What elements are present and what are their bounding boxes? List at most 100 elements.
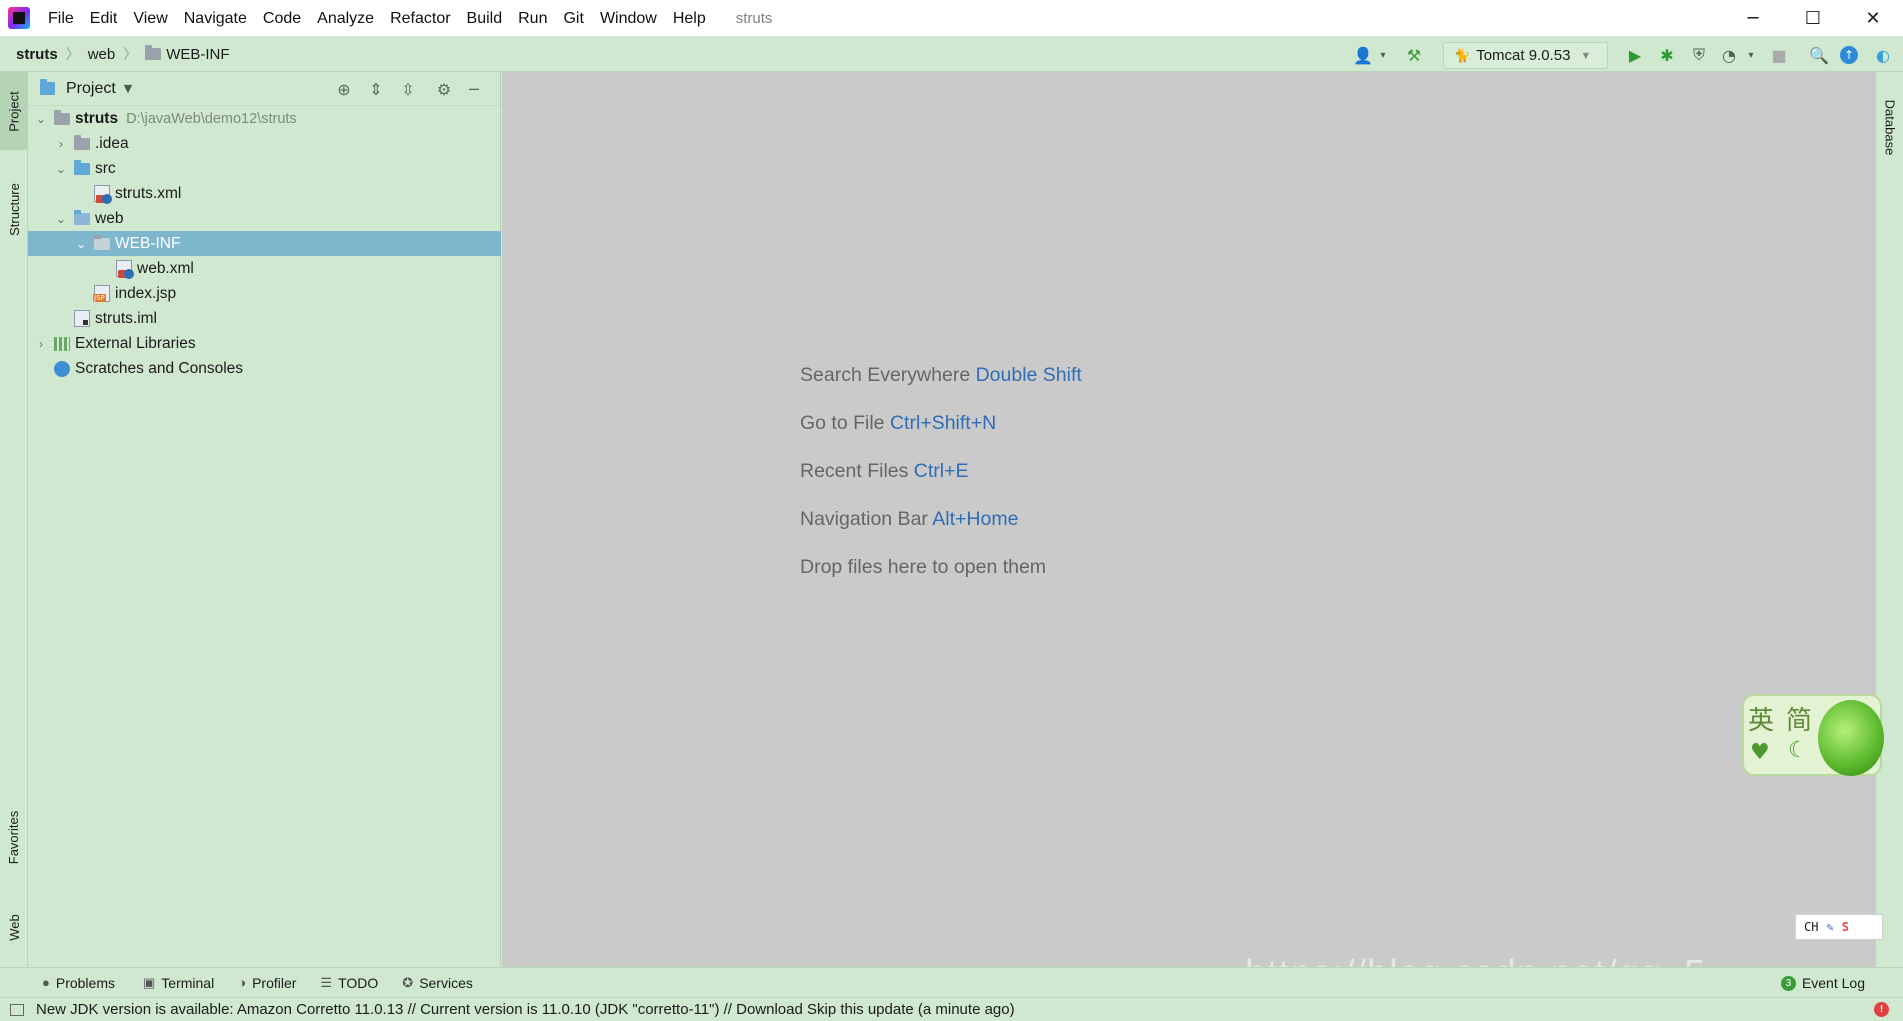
- tree-item-web[interactable]: ⌄ web: [28, 206, 501, 231]
- module-path: D:\javaWeb\demo12\struts: [126, 110, 297, 127]
- intellij-logo-icon[interactable]: [8, 7, 30, 29]
- hint-shortcut: Ctrl+E: [913, 460, 969, 482]
- tool-event-log[interactable]: 3 Event Log: [1780, 975, 1865, 991]
- tree-item-struts-iml[interactable]: struts.iml: [28, 306, 501, 331]
- heart-icon: ♥: [1750, 740, 1770, 765]
- library-icon: [54, 336, 70, 351]
- build-hammer-icon[interactable]: ⚒: [1403, 44, 1425, 66]
- chevron-down-icon[interactable]: ▾: [1740, 44, 1762, 66]
- menu-run[interactable]: Run: [510, 0, 555, 37]
- chevron-down-icon[interactable]: ⌄: [34, 112, 48, 126]
- error-indicator-icon[interactable]: !: [1874, 1002, 1889, 1017]
- hint-navigation-bar: Navigation Bar Alt+Home: [800, 508, 1018, 531]
- tool-todo[interactable]: ☰ TODO: [320, 975, 378, 991]
- tool-label: Event Log: [1801, 975, 1865, 991]
- tree-item-idea[interactable]: › .idea: [28, 131, 501, 156]
- menu-navigate[interactable]: Navigate: [176, 0, 255, 37]
- tool-tab-structure[interactable]: Structure: [0, 164, 28, 254]
- status-message[interactable]: New JDK version is available: Amazon Cor…: [36, 1001, 1015, 1018]
- coverage-icon[interactable]: ⛨: [1688, 44, 1710, 66]
- menu-help[interactable]: Help: [665, 0, 714, 37]
- tool-tab-favorites[interactable]: Favorites: [0, 792, 28, 882]
- tool-label: Profiler: [252, 974, 297, 991]
- chevron-right-icon[interactable]: ›: [54, 137, 68, 151]
- tool-label: Problems: [55, 974, 115, 991]
- expand-all-icon[interactable]: ⇕: [366, 79, 386, 99]
- minimize-button[interactable]: ─: [1723, 0, 1783, 37]
- menu-analyze[interactable]: Analyze: [309, 0, 382, 37]
- search-icon[interactable]: 🔍: [1808, 44, 1830, 66]
- close-button[interactable]: ✕: [1843, 0, 1903, 37]
- menu-build[interactable]: Build: [459, 0, 511, 37]
- tool-services[interactable]: ✪ Services: [402, 975, 473, 991]
- menu-window[interactable]: Window: [592, 0, 665, 37]
- hint-drop-files: Drop files here to open them: [800, 556, 1046, 579]
- tool-terminal[interactable]: ▣ Terminal: [143, 975, 214, 991]
- project-view-selector[interactable]: Project: [66, 80, 116, 98]
- menu-refactor[interactable]: Refactor: [382, 0, 458, 37]
- chevron-down-icon[interactable]: ⌄: [54, 212, 68, 226]
- folder-icon: [74, 134, 90, 150]
- breadcrumb-web-inf[interactable]: WEB-INF: [145, 45, 230, 63]
- menu-code[interactable]: Code: [255, 0, 309, 37]
- moon-icon: ☾: [1788, 738, 1808, 763]
- tree-item-struts[interactable]: ⌄ struts D:\javaWeb\demo12\struts: [28, 106, 501, 131]
- tree-item-index-jsp[interactable]: index.jsp: [28, 281, 501, 306]
- menu-git[interactable]: Git: [555, 0, 591, 37]
- hint-search-everywhere: Search Everywhere Double Shift: [800, 364, 1082, 387]
- breadcrumb-separator-icon: 〉: [65, 47, 80, 63]
- tree-item-scratches[interactable]: Scratches and Consoles: [28, 356, 501, 381]
- user-account-icon[interactable]: 👤: [1352, 44, 1374, 66]
- run-icon[interactable]: ▶: [1624, 44, 1646, 66]
- stop-icon[interactable]: ■: [1768, 44, 1790, 66]
- module-folder-icon: [54, 109, 70, 125]
- ime-pen-icon[interactable]: ✎: [1826, 920, 1833, 934]
- editor-empty-area[interactable]: Search Everywhere Double Shift Go to Fil…: [502, 72, 1875, 967]
- chevron-down-icon[interactable]: ⌄: [54, 162, 68, 176]
- maximize-button[interactable]: ☐: [1783, 0, 1843, 37]
- collapse-all-icon[interactable]: ⇳: [398, 79, 418, 99]
- locate-file-icon[interactable]: ⊕: [334, 79, 354, 99]
- ime-mode-char: 简: [1786, 706, 1813, 736]
- ime-toolbar[interactable]: CH ✎ S: [1795, 914, 1883, 940]
- tool-tab-label: Structure: [6, 182, 22, 236]
- tree-item-struts-xml[interactable]: struts.xml: [28, 181, 501, 206]
- chevron-right-icon[interactable]: ›: [34, 337, 48, 351]
- run-configuration-select[interactable]: 🐈 Tomcat 9.0.53 ▼: [1443, 42, 1608, 69]
- gear-icon[interactable]: ⚙: [434, 79, 454, 99]
- bottom-tool-bar: ● Problems ▣ Terminal ◑ Profiler ☰ TODO ✪ Ser…: [0, 967, 1903, 997]
- tree-item-label: Scratches and Consoles: [75, 359, 244, 377]
- chevron-down-icon[interactable]: ▼: [124, 82, 132, 95]
- tool-tab-web[interactable]: Web: [0, 892, 28, 962]
- update-icon[interactable]: ↑: [1840, 46, 1858, 64]
- tool-tab-database[interactable]: Database: [1876, 82, 1903, 172]
- hide-panel-icon[interactable]: ─: [464, 79, 484, 99]
- tree-item-web-xml[interactable]: web.xml: [28, 256, 501, 281]
- debug-icon[interactable]: ✱: [1656, 44, 1678, 66]
- project-panel-header: Project ▼ ⊕ ⇕ ⇳ ⚙ ─: [28, 72, 500, 106]
- tree-item-label: struts: [75, 109, 119, 127]
- tool-problems[interactable]: ● Problems: [42, 975, 115, 991]
- breadcrumb-label: struts: [16, 45, 58, 63]
- tree-item-external-libraries[interactable]: › External Libraries: [28, 331, 501, 356]
- tree-item-src[interactable]: ⌄ src: [28, 156, 501, 181]
- sogou-s-icon[interactable]: S: [1842, 920, 1849, 934]
- iml-file-icon: [74, 310, 90, 327]
- tool-label: Services: [419, 974, 473, 991]
- hint-shortcut: Double Shift: [975, 364, 1082, 386]
- menu-edit[interactable]: Edit: [82, 0, 126, 37]
- menu-file[interactable]: File: [40, 0, 82, 37]
- tool-tab-project[interactable]: Project: [0, 72, 28, 150]
- chevron-down-icon[interactable]: ▾: [1372, 44, 1394, 66]
- toggle-tool-windows-icon[interactable]: [10, 1003, 24, 1016]
- menu-view[interactable]: View: [125, 0, 175, 37]
- breadcrumb-struts[interactable]: struts: [16, 46, 58, 63]
- breadcrumb-web[interactable]: web: [88, 46, 116, 63]
- tool-profiler[interactable]: ◑ Profiler: [238, 975, 296, 991]
- tree-item-label: web.xml: [137, 259, 194, 277]
- tree-item-web-inf[interactable]: ⌄ WEB-INF: [28, 231, 501, 256]
- services-icon: ✪: [402, 974, 414, 990]
- jetbrains-toolbox-icon[interactable]: ◐: [1872, 44, 1894, 66]
- profile-icon[interactable]: ◔: [1718, 44, 1740, 66]
- chevron-down-icon[interactable]: ⌄: [74, 237, 88, 251]
